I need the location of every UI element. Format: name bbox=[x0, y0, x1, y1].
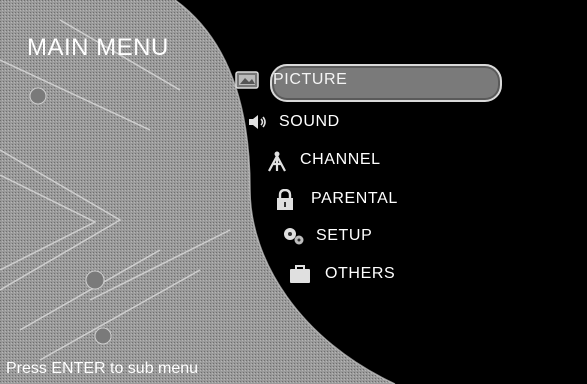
menu-item-label: SETUP bbox=[316, 227, 373, 244]
menu-item-parental[interactable]: PARENTAL bbox=[275, 189, 398, 210]
hint-text: Press ENTER to sub menu bbox=[6, 360, 199, 377]
menu-item-picture[interactable]: PICTURE bbox=[235, 70, 347, 90]
menu-item-label: CHANNEL bbox=[300, 151, 381, 168]
toolbox-icon bbox=[289, 264, 311, 284]
gears-icon bbox=[282, 226, 304, 246]
menu-item-others[interactable]: OTHERS bbox=[289, 264, 395, 284]
main-menu: PICTURE SOUND CHANNEL PARENTAL SETUP OTH… bbox=[0, 0, 587, 384]
menu-item-channel[interactable]: CHANNEL bbox=[266, 150, 381, 172]
speaker-icon bbox=[247, 112, 269, 132]
menu-item-label: OTHERS bbox=[325, 265, 396, 282]
antenna-icon bbox=[266, 150, 288, 172]
menu-item-setup[interactable]: SETUP bbox=[282, 226, 372, 246]
menu-item-label: PARENTAL bbox=[311, 190, 398, 207]
menu-item-sound[interactable]: SOUND bbox=[247, 112, 340, 132]
menu-item-label: SOUND bbox=[279, 113, 340, 130]
menu-item-label: PICTURE bbox=[273, 71, 348, 88]
picture-icon bbox=[235, 70, 259, 90]
osd-screen: MAIN MENU PICTURE SOUND CHANNEL PARENTAL… bbox=[0, 0, 587, 384]
lock-icon bbox=[275, 189, 297, 210]
